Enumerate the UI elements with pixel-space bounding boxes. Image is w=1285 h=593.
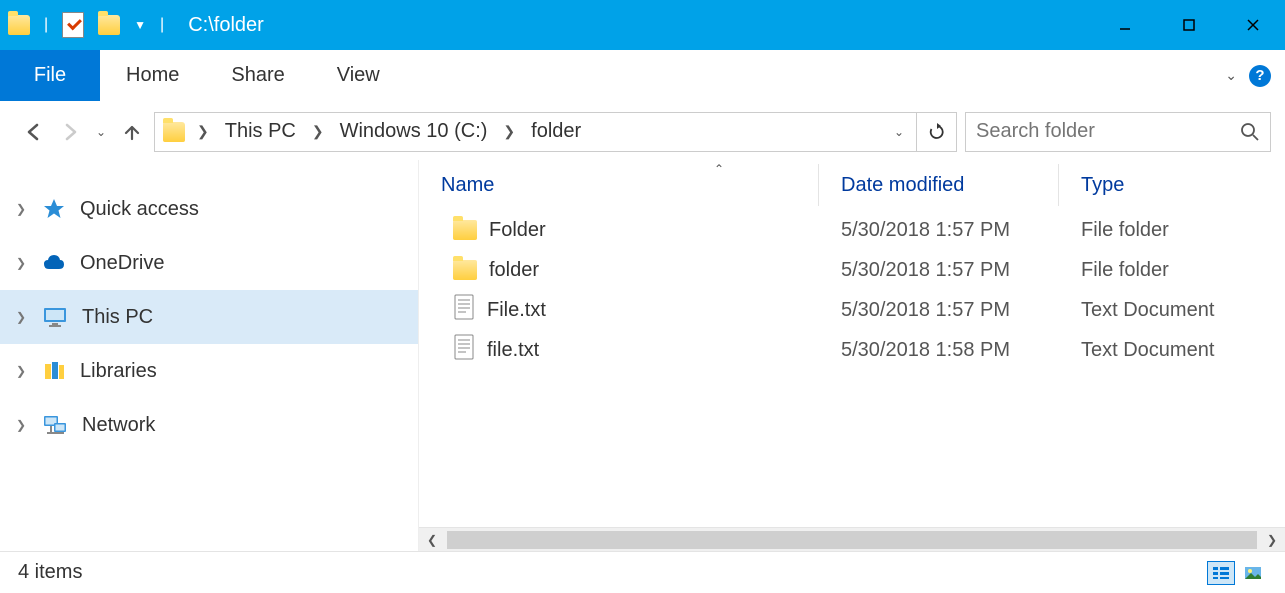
back-button[interactable] bbox=[20, 118, 48, 146]
ribbon-collapse-icon[interactable]: ⌄ bbox=[1225, 67, 1237, 84]
breadcrumb-chevron-icon[interactable]: ❯ bbox=[499, 123, 519, 140]
table-row[interactable]: folder 5/30/2018 1:57 PMFile folder bbox=[419, 250, 1285, 290]
file-type: Text Document bbox=[1059, 339, 1285, 362]
file-date: 5/30/2018 1:57 PM bbox=[819, 299, 1059, 322]
maximize-button[interactable] bbox=[1157, 0, 1221, 50]
ribbon-tabs: File Home Share View ⌄ ? bbox=[0, 50, 1285, 102]
file-name: File.txt bbox=[487, 299, 546, 322]
item-count: 4 items bbox=[18, 561, 82, 584]
minimize-button[interactable] bbox=[1093, 0, 1157, 50]
window-title: C:\folder bbox=[188, 14, 264, 37]
table-row[interactable]: Folder 5/30/2018 1:57 PMFile folder bbox=[419, 210, 1285, 250]
expand-icon[interactable]: ❯ bbox=[16, 256, 28, 270]
search-icon bbox=[1240, 122, 1260, 142]
file-date: 5/30/2018 1:58 PM bbox=[819, 339, 1059, 362]
folder-icon bbox=[453, 260, 477, 280]
column-header-type[interactable]: Type bbox=[1059, 164, 1285, 206]
expand-icon[interactable]: ❯ bbox=[16, 364, 28, 378]
sidebar-item-this-pc[interactable]: ❯ This PC bbox=[0, 290, 418, 344]
sidebar-item-onedrive[interactable]: ❯ OneDrive bbox=[0, 236, 418, 290]
titlebar: | ▼ | C:\folder bbox=[0, 0, 1285, 50]
scroll-right-icon[interactable]: ❯ bbox=[1259, 533, 1285, 547]
expand-icon[interactable]: ❯ bbox=[16, 418, 28, 432]
address-bar[interactable]: ❯ This PC ❯ Windows 10 (C:) ❯ folder ⌄ bbox=[154, 112, 917, 152]
navigation-bar: ⌄ ❯ This PC ❯ Windows 10 (C:) ❯ folder ⌄ bbox=[0, 102, 1285, 160]
address-folder-icon bbox=[163, 122, 185, 142]
qat-separator: | bbox=[44, 16, 48, 34]
details-view-button[interactable] bbox=[1207, 561, 1235, 585]
new-folder-icon[interactable] bbox=[98, 15, 120, 35]
navigation-pane: ❯ Quick access ❯ OneDrive ❯ This PC ❯ Li… bbox=[0, 160, 418, 551]
network-icon bbox=[42, 413, 68, 437]
breadcrumb-this-pc[interactable]: This PC bbox=[217, 113, 304, 151]
sidebar-item-quick-access[interactable]: ❯ Quick access bbox=[0, 182, 418, 236]
tab-view[interactable]: View bbox=[311, 50, 406, 101]
sidebar-item-label: Quick access bbox=[80, 198, 199, 221]
forward-button[interactable] bbox=[56, 118, 84, 146]
expand-icon[interactable]: ❯ bbox=[16, 202, 28, 216]
close-button[interactable] bbox=[1221, 0, 1285, 50]
text-file-icon bbox=[453, 294, 475, 326]
sidebar-item-label: OneDrive bbox=[80, 252, 164, 275]
horizontal-scrollbar[interactable]: ❮ ❯ bbox=[419, 527, 1285, 551]
text-file-icon bbox=[453, 334, 475, 366]
help-icon[interactable]: ? bbox=[1249, 65, 1271, 87]
expand-icon[interactable]: ❯ bbox=[16, 310, 28, 324]
column-header-date[interactable]: Date modified bbox=[819, 164, 1059, 206]
address-dropdown-icon[interactable]: ⌄ bbox=[886, 125, 912, 139]
sidebar-item-label: This PC bbox=[82, 306, 153, 329]
star-icon bbox=[42, 197, 66, 221]
file-type: File folder bbox=[1059, 219, 1285, 242]
table-row[interactable]: File.txt 5/30/2018 1:57 PMText Document bbox=[419, 290, 1285, 330]
breadcrumb-chevron-icon[interactable]: ❯ bbox=[193, 123, 213, 140]
qat-separator: | bbox=[160, 16, 164, 34]
refresh-button[interactable] bbox=[917, 112, 957, 152]
file-name: folder bbox=[489, 259, 539, 282]
sidebar-item-network[interactable]: ❯ Network bbox=[0, 398, 418, 452]
scroll-track[interactable] bbox=[447, 531, 1257, 549]
thumbnails-view-button[interactable] bbox=[1239, 561, 1267, 585]
sidebar-item-label: Libraries bbox=[80, 360, 157, 383]
breadcrumb-drive[interactable]: Windows 10 (C:) bbox=[332, 113, 496, 151]
file-name: file.txt bbox=[487, 339, 539, 362]
sidebar-item-label: Network bbox=[82, 414, 155, 437]
file-list-pane: ⌃ Name Date modified Type Folder 5/30/201… bbox=[418, 160, 1285, 551]
file-rows: Folder5/30/2018 1:57 PMFile folderfolder… bbox=[419, 210, 1285, 527]
cloud-icon bbox=[42, 251, 66, 275]
tab-share[interactable]: Share bbox=[205, 50, 310, 101]
file-date: 5/30/2018 1:57 PM bbox=[819, 219, 1059, 242]
scroll-left-icon[interactable]: ❮ bbox=[419, 533, 445, 547]
libraries-icon bbox=[42, 359, 66, 383]
column-header-name[interactable]: Name bbox=[419, 164, 819, 206]
monitor-icon bbox=[42, 305, 68, 329]
file-name: Folder bbox=[489, 219, 546, 242]
search-box[interactable] bbox=[965, 112, 1271, 152]
file-tab[interactable]: File bbox=[0, 50, 100, 101]
file-type: Text Document bbox=[1059, 299, 1285, 322]
breadcrumb-folder[interactable]: folder bbox=[523, 113, 589, 151]
sidebar-item-libraries[interactable]: ❯ Libraries bbox=[0, 344, 418, 398]
breadcrumb-chevron-icon[interactable]: ❯ bbox=[308, 123, 328, 140]
column-headers: ⌃ Name Date modified Type bbox=[419, 160, 1285, 210]
status-bar: 4 items bbox=[0, 551, 1285, 593]
up-button[interactable] bbox=[118, 118, 146, 146]
tab-home[interactable]: Home bbox=[100, 50, 205, 101]
file-type: File folder bbox=[1059, 259, 1285, 282]
search-input[interactable] bbox=[976, 120, 1216, 143]
table-row[interactable]: file.txt 5/30/2018 1:58 PMText Document bbox=[419, 330, 1285, 370]
sort-indicator-icon: ⌃ bbox=[714, 162, 724, 176]
properties-icon[interactable] bbox=[62, 12, 84, 38]
recent-locations-button[interactable]: ⌄ bbox=[92, 118, 110, 146]
file-date: 5/30/2018 1:57 PM bbox=[819, 259, 1059, 282]
folder-icon bbox=[453, 220, 477, 240]
folder-icon bbox=[8, 15, 30, 35]
qat-customize-icon[interactable]: ▼ bbox=[134, 18, 146, 32]
